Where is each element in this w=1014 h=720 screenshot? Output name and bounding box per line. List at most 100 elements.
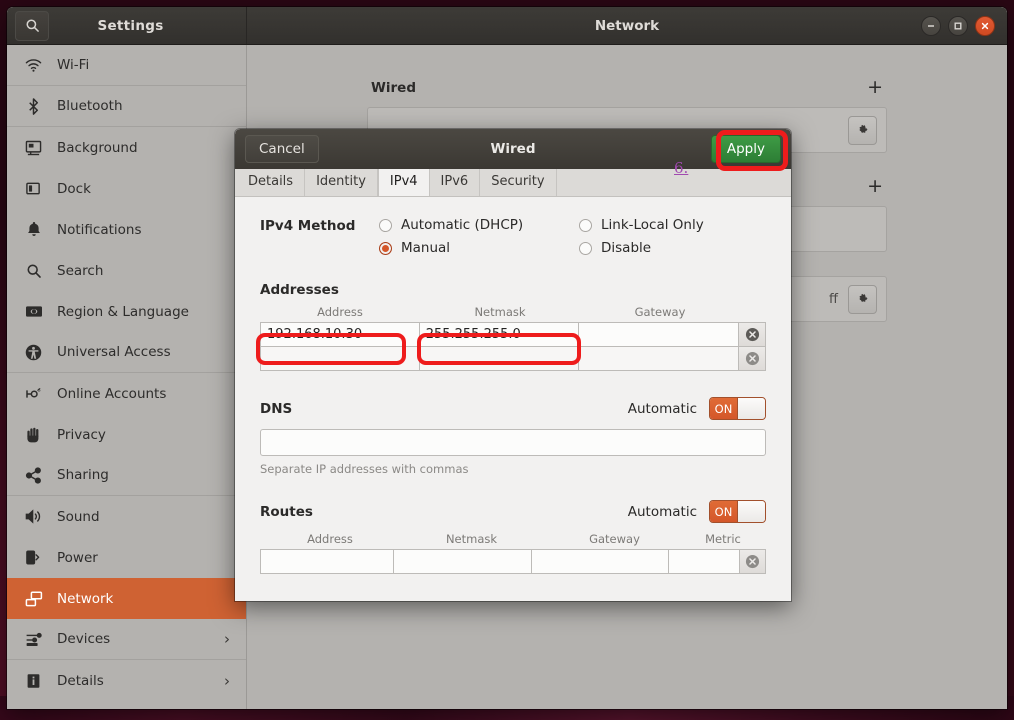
sidebar-item-wi-fi[interactable]: Wi-Fi bbox=[7, 45, 246, 86]
route-metric-input-1[interactable] bbox=[668, 549, 741, 574]
sidebar-item-online-accounts[interactable]: s Online Accounts bbox=[7, 373, 246, 414]
sidebar-item-label: Online Accounts bbox=[57, 385, 167, 402]
close-icon[interactable] bbox=[975, 15, 995, 36]
address-row-2 bbox=[260, 346, 766, 371]
wired-settings-dialog: Cancel Wired Apply Details Identity IPv4… bbox=[235, 129, 791, 601]
delete-address-row-2-icon[interactable] bbox=[739, 346, 766, 371]
radio-manual[interactable]: Manual bbox=[379, 240, 579, 256]
toggle-knob bbox=[737, 398, 765, 419]
radio-label: Disable bbox=[601, 240, 652, 256]
dock-icon bbox=[24, 181, 43, 197]
sidebar-item-label: Search bbox=[57, 262, 104, 279]
sidebar-item-dock[interactable]: Dock bbox=[7, 168, 246, 209]
ipv4-tab-panel: IPv4 Method Automatic (DHCP) Link-Local … bbox=[235, 197, 791, 601]
add-wired-button[interactable]: + bbox=[867, 78, 883, 97]
netmask-input-2[interactable] bbox=[419, 346, 580, 371]
sidebar-item-label: Privacy bbox=[57, 426, 106, 443]
routes-label: Routes bbox=[260, 503, 313, 520]
radio-disable[interactable]: Disable bbox=[579, 240, 766, 256]
tab-security[interactable]: Security bbox=[480, 169, 557, 196]
address-input-2[interactable] bbox=[260, 346, 420, 371]
delete-route-row-1-icon[interactable] bbox=[740, 549, 767, 574]
routes-headline: Routes Automatic ON bbox=[260, 500, 766, 523]
sidebar-item-label: Bluetooth bbox=[57, 98, 123, 114]
sidebar-item-bluetooth[interactable]: Bluetooth bbox=[7, 86, 246, 127]
window-controls bbox=[921, 15, 1007, 36]
gateway-input-2[interactable] bbox=[579, 346, 740, 371]
sidebar-item-label: Details bbox=[57, 672, 104, 689]
devices-icon bbox=[24, 632, 43, 647]
chevron-right-icon: › bbox=[224, 671, 230, 690]
sidebar-item-region-and-language[interactable]: Region & Language bbox=[7, 291, 246, 332]
dns-headline: DNS Automatic ON bbox=[260, 397, 766, 420]
sound-icon bbox=[24, 509, 43, 524]
sidebar-item-label: Dock bbox=[57, 180, 91, 197]
tab-details[interactable]: Details bbox=[237, 169, 306, 196]
radio-label: Manual bbox=[401, 240, 451, 256]
ipv4-method-options: Automatic (DHCP) Link-Local Only Manual … bbox=[379, 217, 766, 256]
dns-servers-input[interactable] bbox=[260, 429, 766, 456]
radio-automatic-dhcp[interactable]: Automatic (DHCP) bbox=[379, 217, 579, 233]
radio-label: Automatic (DHCP) bbox=[401, 217, 524, 233]
language-icon bbox=[24, 305, 43, 318]
minimize-icon[interactable] bbox=[921, 15, 941, 36]
sidebar-item-search[interactable]: Search bbox=[7, 250, 246, 291]
column-header-route-gateway: Gateway bbox=[589, 532, 640, 546]
cancel-button[interactable]: Cancel bbox=[245, 135, 319, 163]
column-header-route-netmask: Netmask bbox=[445, 532, 498, 546]
dns-automatic-label: Automatic bbox=[627, 400, 697, 417]
sidebar-item-label: Sharing bbox=[57, 467, 109, 483]
radio-link-local-only[interactable]: Link-Local Only bbox=[579, 217, 766, 233]
dns-automatic-toggle[interactable]: ON bbox=[709, 397, 766, 420]
sidebar-item-label: Background bbox=[57, 139, 138, 156]
settings-title: Settings bbox=[97, 17, 164, 34]
netmask-input-1[interactable]: 255.255.255.0 bbox=[419, 322, 580, 347]
network-icon bbox=[24, 590, 43, 607]
gear-icon[interactable] bbox=[848, 115, 877, 145]
radio-icon bbox=[379, 218, 392, 232]
sidebar-item-universal-access[interactable]: Universal Access bbox=[7, 332, 246, 373]
sidebar-item-sound[interactable]: Sound bbox=[7, 496, 246, 537]
sidebar-item-label: Universal Access bbox=[57, 344, 171, 360]
search-icon[interactable] bbox=[15, 10, 49, 41]
tab-identity[interactable]: Identity bbox=[305, 169, 378, 196]
route-gateway-input-1[interactable] bbox=[531, 549, 669, 574]
svg-text:s: s bbox=[38, 387, 41, 393]
addresses-section: Addresses Address Netmask Gateway 192.16… bbox=[260, 282, 766, 371]
wired-section-header: Wired + bbox=[367, 78, 887, 107]
sidebar-item-details[interactable]: Details › bbox=[7, 660, 246, 701]
sidebar-item-privacy[interactable]: Privacy bbox=[7, 414, 246, 455]
dns-section: DNS Automatic ON Separate IP addresses w… bbox=[260, 397, 766, 476]
radio-icon bbox=[579, 218, 592, 232]
page-title: Network bbox=[594, 17, 660, 34]
power-icon bbox=[24, 549, 43, 566]
sidebar-item-notifications[interactable]: Notifications bbox=[7, 209, 246, 250]
apply-button[interactable]: Apply bbox=[710, 135, 781, 163]
gateway-input-1[interactable] bbox=[579, 322, 740, 347]
tab-ipv6[interactable]: IPv6 bbox=[429, 169, 481, 196]
titlebar-left-pane: Settings bbox=[7, 7, 247, 44]
details-icon bbox=[24, 673, 43, 689]
address-input-1[interactable]: 192.168.10.30 bbox=[260, 322, 420, 347]
tab-ipv4[interactable]: IPv4 bbox=[377, 168, 430, 196]
delete-address-row-1-icon[interactable] bbox=[739, 322, 766, 347]
add-vpn-button[interactable]: + bbox=[867, 177, 883, 196]
route-address-input-1[interactable] bbox=[260, 549, 395, 574]
route-netmask-input-1[interactable] bbox=[394, 549, 532, 574]
sidebar-item-devices[interactable]: Devices › bbox=[7, 619, 246, 660]
maximize-icon[interactable] bbox=[948, 15, 968, 36]
sidebar-item-power[interactable]: Power bbox=[7, 537, 246, 578]
routes-section: Routes Automatic ON Address Netmask Gate… bbox=[260, 500, 767, 574]
routes-automatic-toggle[interactable]: ON bbox=[709, 500, 766, 523]
sidebar-item-network[interactable]: Network bbox=[7, 578, 246, 619]
sidebar-item-background[interactable]: Background bbox=[7, 127, 246, 168]
radio-icon bbox=[579, 241, 592, 255]
sidebar-item-sharing[interactable]: Sharing bbox=[7, 455, 246, 496]
column-header-route-metric: Metric bbox=[705, 532, 741, 546]
gear-icon[interactable] bbox=[848, 284, 877, 314]
route-row-1 bbox=[260, 549, 767, 574]
toggle-state-label: ON bbox=[710, 398, 737, 419]
addresses-column-headers: Address Netmask Gateway bbox=[260, 305, 766, 319]
routes-automatic-control: Automatic ON bbox=[628, 500, 766, 523]
accessibility-icon bbox=[24, 344, 43, 361]
